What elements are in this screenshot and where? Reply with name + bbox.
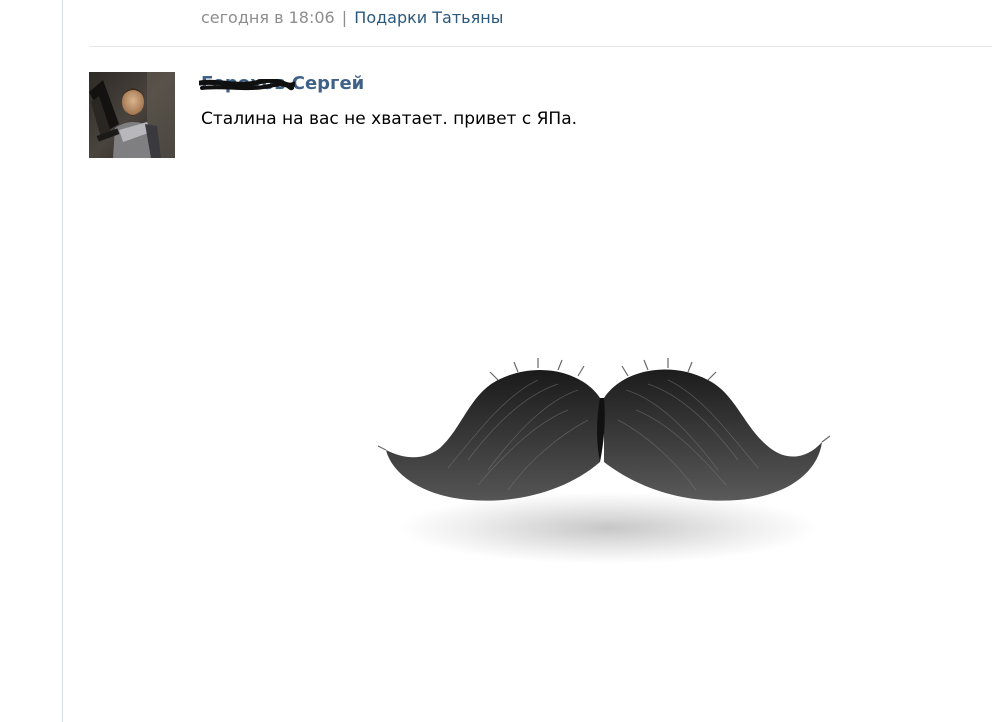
attached-image[interactable] xyxy=(377,350,831,590)
post-timestamp: сегодня в 18:06 xyxy=(201,8,335,27)
avatar-photo-icon xyxy=(89,72,175,158)
comment-text: Сталина на вас не хватает. привет с ЯПа. xyxy=(201,109,578,129)
gifts-link[interactable]: Подарки Татьяны xyxy=(354,8,503,27)
left-column-border xyxy=(62,0,63,722)
meta-separator: | xyxy=(341,8,348,27)
comment-author-link[interactable]: Горохов Сергей xyxy=(199,73,365,95)
post-divider xyxy=(89,46,992,47)
author-first-name: Сергей xyxy=(291,73,365,94)
previous-post-meta: сегодня в 18:06 | Подарки Татьяны xyxy=(201,8,503,28)
avatar[interactable] xyxy=(89,72,175,158)
author-surname-redacted: Горохов xyxy=(199,73,295,95)
mustache-image-icon xyxy=(377,358,831,564)
